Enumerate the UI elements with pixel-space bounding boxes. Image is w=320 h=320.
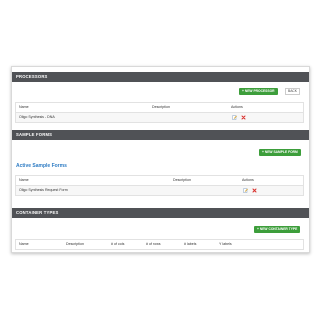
container-types-table: Name Description # of cols # of rows # l… <box>15 239 304 250</box>
column-header-description: Description <box>66 242 84 246</box>
container-types-section-header: CONTAINER TYPES <box>12 208 309 218</box>
column-header-name: Name <box>19 178 29 182</box>
table-header: Name Description # of cols # of rows # l… <box>16 240 303 250</box>
column-header-actions: Actions <box>242 178 254 182</box>
sample-form-name: Oligo Synthesis Request Form <box>19 188 68 192</box>
back-button[interactable]: BACK <box>285 88 300 95</box>
delete-icon[interactable] <box>241 115 246 120</box>
main-panel: PROCESSORS + NEW PROCESSOR BACK Name Des… <box>11 66 310 253</box>
column-header-cols: # of cols <box>111 242 125 246</box>
sample-forms-table: Name Description Actions Oligo Synthesis… <box>15 175 304 196</box>
processor-name: Oligo Synthesis - DNA <box>19 115 55 119</box>
column-header-name: Name <box>19 242 29 246</box>
column-header-description: Description <box>173 178 191 182</box>
column-header-name: Name <box>19 105 29 109</box>
new-processor-button[interactable]: + NEW PROCESSOR <box>239 88 278 95</box>
delete-icon[interactable] <box>252 188 257 193</box>
table-row: Oligo Synthesis - DNA <box>16 113 303 122</box>
sample-forms-section-header: SAMPLE FORMS <box>12 130 309 140</box>
edit-icon[interactable] <box>232 115 237 120</box>
table-header: Name Description Actions <box>16 103 303 113</box>
processors-section-header: PROCESSORS <box>12 72 309 82</box>
new-container-type-button[interactable]: + NEW CONTAINER TYPE <box>254 226 301 233</box>
column-header-labels: # labels <box>184 242 197 246</box>
new-sample-form-button[interactable]: + NEW SAMPLE FORM <box>259 149 301 156</box>
column-header-actions: Actions <box>231 105 243 109</box>
column-header-rows: # of rows <box>146 242 161 246</box>
processors-table: Name Description Actions Oligo Synthesis… <box>15 102 304 123</box>
column-header-description: Description <box>152 105 170 109</box>
table-header: Name Description Actions <box>16 176 303 186</box>
column-header-y-labels: Y labels <box>219 242 232 246</box>
edit-icon[interactable] <box>243 188 248 193</box>
table-row: Oligo Synthesis Request Form <box>16 186 303 195</box>
active-sample-forms-title: Active Sample Forms <box>16 163 67 169</box>
